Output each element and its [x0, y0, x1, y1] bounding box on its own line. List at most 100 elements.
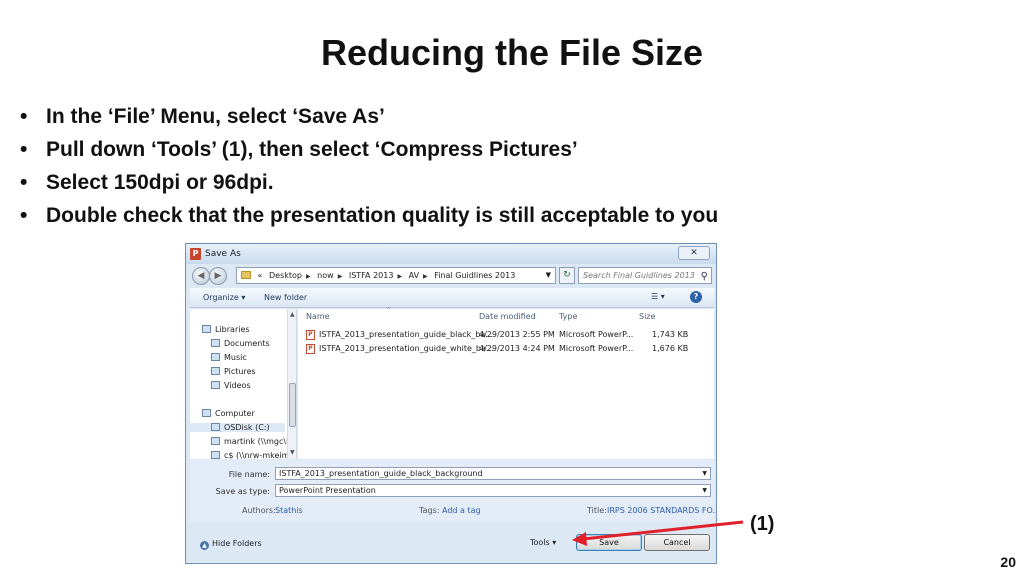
pptx-file-icon: P	[306, 330, 315, 340]
breadcrumb-av[interactable]: AV	[409, 271, 419, 280]
tools-dropdown[interactable]: Tools ▾	[530, 538, 556, 547]
new-folder-button[interactable]: New folder	[264, 293, 307, 302]
chevron-down-icon[interactable]: ▼	[546, 268, 551, 283]
file-size: 1,676 KB	[652, 344, 689, 353]
bullet-list: • In the ‘File’ Menu, select ‘Save As’ • P…	[20, 100, 718, 232]
file-date: 4/29/2013 2:55 PM	[479, 330, 555, 339]
back-button[interactable]: ◀	[192, 267, 210, 285]
library-icon	[202, 325, 211, 333]
dialog-footer: ▲ Hide Folders Tools ▾ Save Cancel	[190, 524, 714, 561]
nav-label: martink (\\mgc\l	[224, 437, 289, 446]
nav-osdisk[interactable]: OSDisk (C:)	[190, 423, 285, 432]
search-input[interactable]: Search Final Guidlines 2013 ⚲	[578, 267, 712, 284]
address-bar[interactable]: « Desktop ▶ now ▶ ISTFA 2013 ▶ AV ▶ Final Gu…	[236, 267, 556, 284]
nav-videos[interactable]: Videos	[211, 381, 251, 390]
hide-folders-button[interactable]: ▲ Hide Folders	[200, 539, 262, 550]
bullet-dot: •	[20, 105, 28, 128]
chevron-right-icon[interactable]: ▶	[306, 273, 311, 280]
close-button[interactable]: ✕	[678, 246, 710, 260]
nav-label: c$ (\\nrw-mkeim	[224, 451, 290, 459]
file-type: Microsoft PowerP...	[559, 330, 634, 339]
file-name: ISTFA_2013_presentation_guide_white_ba..…	[319, 344, 494, 353]
dialog-titlebar[interactable]: P Save As ✕	[186, 244, 716, 264]
nav-martink[interactable]: martink (\\mgc\l	[211, 437, 288, 446]
file-name: ISTFA_2013_presentation_guide_black_ba..…	[319, 330, 493, 339]
file-name-input[interactable]: ISTFA_2013_presentation_guide_black_back…	[275, 467, 711, 480]
chevron-down-icon[interactable]: ▼	[702, 468, 707, 479]
navigation-pane: Libraries Documents Music Pictures Video…	[190, 309, 297, 459]
save-type-label: Save as type:	[215, 487, 270, 496]
column-header-size[interactable]: Size	[639, 312, 655, 321]
nav-scrollbar[interactable]: ▲ ▼	[287, 309, 296, 459]
refresh-icon[interactable]: ↻	[559, 267, 575, 284]
help-icon[interactable]: ?	[690, 291, 702, 303]
search-icon[interactable]: ⚲	[701, 269, 708, 283]
chevron-right-icon[interactable]: ▶	[338, 273, 343, 280]
network-drive-icon	[211, 451, 220, 459]
cancel-button[interactable]: Cancel	[644, 534, 710, 551]
nav-computer[interactable]: Computer	[202, 409, 255, 418]
column-header-name[interactable]: Name	[306, 312, 330, 321]
save-button[interactable]: Save	[576, 534, 642, 551]
column-header-date[interactable]: Date modified	[479, 312, 536, 321]
file-type: Microsoft PowerP...	[559, 344, 634, 353]
nav-music[interactable]: Music	[211, 353, 247, 362]
nav-cs[interactable]: c$ (\\nrw-mkeim	[211, 451, 289, 459]
organize-button[interactable]: Organize ▾	[203, 293, 245, 302]
file-row[interactable]: P ISTFA_2013_presentation_guide_white_ba…	[298, 342, 714, 355]
authors-value[interactable]: Stathis	[275, 506, 303, 515]
authors-label: Authors:	[242, 506, 276, 515]
file-date: 4/29/2013 4:24 PM	[479, 344, 555, 353]
network-drive-icon	[211, 437, 220, 445]
nav-pictures[interactable]: Pictures	[211, 367, 256, 376]
breadcrumb-istfa[interactable]: ISTFA 2013	[349, 271, 394, 280]
hide-folders-label: Hide Folders	[212, 539, 262, 548]
file-row[interactable]: P ISTFA_2013_presentation_guide_black_ba…	[298, 328, 714, 341]
computer-icon	[202, 409, 211, 417]
save-type-value: PowerPoint Presentation	[279, 486, 376, 495]
nav-libraries[interactable]: Libraries	[202, 325, 250, 334]
nav-label: Documents	[224, 339, 270, 348]
slide-title: Reducing the File Size	[320, 32, 704, 73]
bullet-item: • Pull down ‘Tools’ (1), then select ‘Com…	[20, 133, 718, 166]
nav-label: Pictures	[224, 367, 256, 376]
scroll-up-icon[interactable]: ▲	[290, 311, 295, 318]
save-form: File name: ISTFA_2013_presentation_guide…	[190, 460, 716, 522]
save-type-select[interactable]: PowerPoint Presentation ▼	[275, 484, 711, 497]
scroll-down-icon[interactable]: ▼	[290, 449, 295, 456]
chevron-right-icon[interactable]: ▶	[423, 273, 428, 280]
save-as-dialog: P Save As ✕ ◀ ▶ « Desktop ▶ now ▶ ISTFA 20…	[185, 243, 717, 564]
chevron-right-icon[interactable]: ▶	[397, 273, 402, 280]
powerpoint-icon: P	[190, 248, 201, 260]
view-options-icon[interactable]: ☰ ▾	[651, 292, 665, 301]
documents-icon	[211, 339, 220, 347]
title-value[interactable]: IRPS 2006 STANDARDS FO...	[607, 506, 716, 515]
breadcrumb-desktop[interactable]: Desktop	[269, 271, 302, 280]
bullet-item: • Double check that the presentation qual…	[20, 199, 718, 232]
dialog-toolbar: Organize ▾ New folder ☰ ▾ ?	[190, 288, 714, 308]
scrollbar-thumb[interactable]	[289, 383, 296, 427]
folder-icon	[241, 271, 251, 279]
dialog-title: Save As	[205, 249, 241, 259]
bullet-item: • In the ‘File’ Menu, select ‘Save As’	[20, 100, 718, 133]
breadcrumb-final-guidlines[interactable]: Final Guidlines 2013	[434, 271, 515, 280]
forward-button[interactable]: ▶	[209, 267, 227, 285]
file-size: 1,743 KB	[652, 330, 689, 339]
bullet-dot: •	[20, 204, 28, 227]
bullet-dot: •	[20, 138, 28, 161]
chevron-down-icon[interactable]: ▼	[702, 485, 707, 496]
column-header-type[interactable]: Type	[559, 312, 577, 321]
pictures-icon	[211, 367, 220, 375]
sort-caret-icon: ^	[386, 307, 392, 314]
nav-label: Music	[224, 353, 247, 362]
pptx-file-icon: P	[306, 344, 315, 354]
tags-value[interactable]: Add a tag	[442, 506, 481, 515]
bullet-text: Select 150dpi or 96dpi.	[46, 171, 274, 194]
nav-documents[interactable]: Documents	[211, 339, 270, 348]
breadcrumb-now[interactable]: now	[317, 271, 334, 280]
breadcrumb-overflow[interactable]: «	[258, 271, 263, 280]
address-row: ◀ ▶ « Desktop ▶ now ▶ ISTFA 2013 ▶ AV ▶ Fina…	[186, 264, 716, 288]
bullet-text: In the ‘File’ Menu, select ‘Save As’	[46, 105, 385, 128]
nav-label: OSDisk (C:)	[224, 423, 270, 432]
file-name-value: ISTFA_2013_presentation_guide_black_back…	[279, 469, 483, 478]
